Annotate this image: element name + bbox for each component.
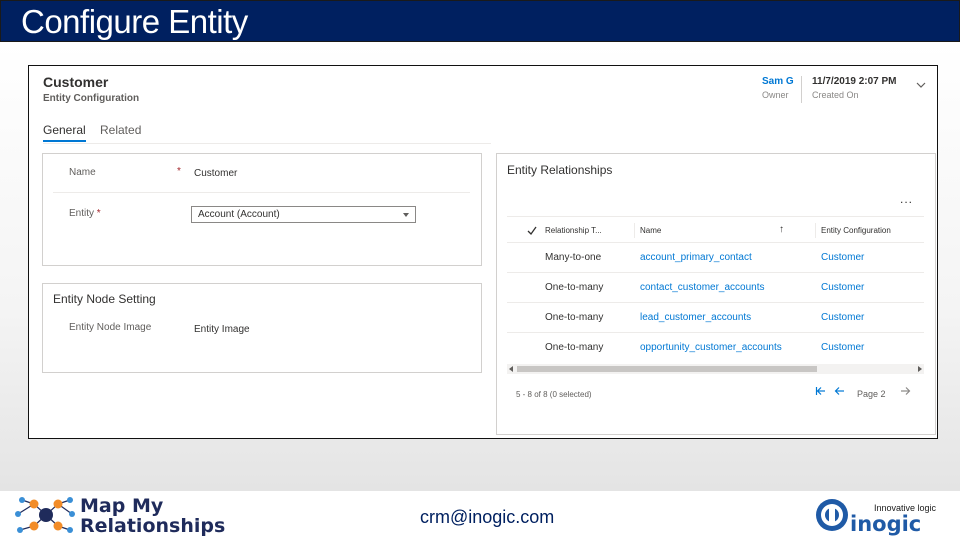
grid-header: Relationship T... Name ↑ Entity Configur… (507, 216, 924, 243)
mmr-line-2: Relationships (80, 515, 226, 537)
scrollbar-thumb[interactable] (517, 366, 817, 372)
cell-config-link[interactable]: Customer (821, 312, 864, 323)
network-graph-icon (15, 497, 75, 533)
column-divider (815, 223, 816, 238)
form-title: Customer (43, 74, 109, 90)
previous-page-icon[interactable] (834, 386, 845, 396)
next-page-icon[interactable] (900, 386, 911, 396)
cell-name-link[interactable]: contact_customer_accounts (640, 282, 765, 293)
entity-relationships-section: Entity Relationships ... Relationship T.… (496, 153, 936, 435)
tab-general[interactable]: General (43, 123, 86, 142)
cell-relationship-type: Many-to-one (545, 252, 602, 263)
entity-required-marker: * (96, 208, 101, 219)
entity-label: Entity * (69, 208, 101, 219)
cell-relationship-type: One-to-many (545, 312, 604, 323)
grid-viewport: Relationship T... Name ↑ Entity Configur… (497, 154, 937, 354)
created-on-value: 11/7/2019 2:07 PM (812, 76, 897, 87)
cell-name-link[interactable]: account_primary_contact (640, 252, 752, 263)
form-subtitle: Entity Configuration (43, 93, 140, 104)
sort-ascending-icon[interactable]: ↑ (779, 224, 784, 235)
table-row[interactable]: Many-to-one account_primary_contact Cust… (507, 243, 924, 273)
page-indicator: Page 2 (857, 389, 886, 399)
cell-name-link[interactable]: lead_customer_accounts (640, 312, 751, 323)
contact-email[interactable]: crm@inogic.com (420, 507, 554, 528)
slide-title: Configure Entity (21, 3, 248, 40)
name-field[interactable]: Customer (194, 168, 237, 179)
table-row[interactable]: One-to-many contact_customer_accounts Cu… (507, 273, 924, 303)
cell-config-link[interactable]: Customer (821, 252, 864, 263)
cell-relationship-type: One-to-many (545, 342, 604, 353)
cell-name-link[interactable]: opportunity_customer_accounts (640, 342, 782, 353)
slide-title-bar: Configure Entity (0, 0, 960, 42)
header-owner[interactable]: Sam G Owner (762, 76, 794, 100)
tab-related[interactable]: Related (100, 123, 141, 137)
chevron-down-icon[interactable] (916, 80, 926, 90)
checkmark-icon[interactable] (527, 226, 537, 235)
field-divider (53, 192, 470, 193)
table-row[interactable]: One-to-many lead_customer_accounts Custo… (507, 303, 924, 333)
column-header-name[interactable]: Name (640, 226, 661, 235)
header-divider (801, 76, 802, 103)
entity-select-value: Account (Account) (198, 209, 280, 220)
mmr-line-1: Map My (80, 495, 164, 517)
section-title-node-setting: Entity Node Setting (53, 292, 156, 306)
horizontal-scrollbar[interactable] (507, 364, 924, 374)
scroll-left-icon[interactable] (509, 366, 513, 372)
created-on-label: Created On (812, 90, 859, 100)
name-required-marker: * (177, 166, 181, 177)
column-header-relationship-type[interactable]: Relationship T... (545, 226, 602, 235)
scroll-right-icon[interactable] (918, 366, 922, 372)
cell-relationship-type: One-to-many (545, 282, 604, 293)
crm-form-screenshot: Customer Entity Configuration Sam G Owne… (28, 65, 938, 439)
name-label: Name (69, 167, 96, 178)
column-divider (634, 223, 635, 238)
node-image-value[interactable]: Entity Image (194, 324, 250, 335)
inogic-wordmark: inogic (850, 512, 922, 536)
tab-divider (43, 143, 491, 144)
mmr-wordmark: Map My Relationships (80, 496, 225, 536)
general-section: Name * Customer Entity * Account (Accoun… (42, 153, 482, 266)
column-header-entity-configuration[interactable]: Entity Configuration (821, 226, 891, 235)
owner-label: Owner (762, 90, 789, 100)
header-created-on: 11/7/2019 2:07 PM Created On (812, 76, 897, 100)
entity-select[interactable]: Account (Account) (191, 206, 416, 223)
inogic-logo: Innovative logic inogic (812, 495, 942, 537)
node-image-label: Entity Node Image (69, 322, 152, 333)
cell-config-link[interactable]: Customer (821, 342, 864, 353)
owner-value[interactable]: Sam G (762, 76, 794, 87)
map-my-relationships-logo: Map My Relationships (12, 492, 237, 537)
cell-config-link[interactable]: Customer (821, 282, 864, 293)
first-page-icon[interactable] (815, 386, 826, 396)
table-row[interactable]: One-to-many opportunity_customer_account… (507, 333, 924, 354)
inogic-emblem-icon (816, 499, 848, 531)
record-count: 5 - 8 of 8 (0 selected) (516, 390, 592, 399)
caret-down-icon (403, 213, 409, 217)
entity-node-setting-section: Entity Node Setting Entity Node Image En… (42, 283, 482, 373)
